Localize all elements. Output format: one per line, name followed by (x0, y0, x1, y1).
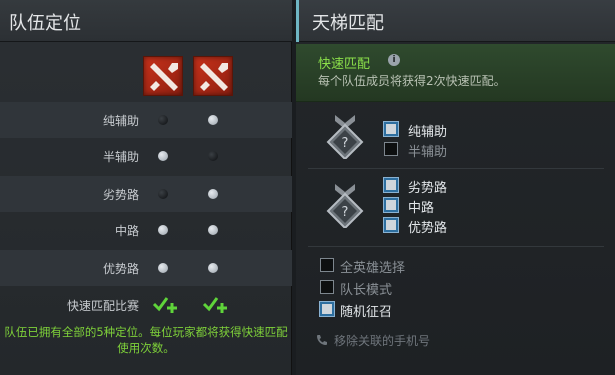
quick-match-label: 快速匹配比赛 (66, 299, 139, 313)
role-label: 中路 (114, 224, 139, 238)
ranked-matchmaking-panel: 天梯匹配 快速匹配 i 每个队伍成员将获得2次快速匹配。 ? 纯辅助 半辅助 ? (296, 0, 615, 375)
checkbox[interactable] (384, 178, 398, 192)
divider (308, 168, 604, 169)
checkbox[interactable] (384, 218, 398, 232)
role-row-safelane: 优势路 (0, 250, 292, 286)
remove-phone-label: 移除关联的手机号 (334, 334, 431, 348)
role-label: 纯辅助 (102, 114, 139, 128)
option-label: 队长模式 (340, 283, 393, 298)
player2-role-dot (208, 263, 218, 273)
quick-match-box: 快速匹配 i 每个队伍成员将获得2次快速匹配。 (296, 44, 615, 102)
team-roles-panel: 队伍定位 纯辅助 半辅助 劣势路 中路 优势路 快速匹配比赛 队伍已拥有全部的5… (0, 0, 292, 375)
option-label: 随机征召 (340, 305, 393, 320)
rank-medal-icon: ? (326, 184, 364, 228)
core-role-group: ? 劣势路 中路 优势路 (296, 170, 615, 242)
team-roles-note: 队伍已拥有全部的5种定位。每位玩家都将获得快速匹配使用次数。 (4, 325, 288, 355)
player1-role-dot (158, 225, 168, 235)
role-option-label: 半辅助 (408, 145, 448, 160)
player2-role-dot (208, 151, 218, 161)
role-row-soft-support: 半辅助 (0, 138, 292, 174)
player1-role-dot (158, 115, 168, 125)
team-roles-header: 队伍定位 (0, 0, 292, 42)
svg-text:?: ? (342, 205, 349, 220)
quick-match-title: 快速匹配 (318, 57, 371, 72)
role-label: 劣势路 (102, 188, 139, 202)
info-icon[interactable]: i (388, 54, 400, 66)
checkbox[interactable] (320, 258, 334, 272)
role-option-label: 纯辅助 (408, 125, 448, 140)
option-label: 全英雄选择 (340, 261, 406, 276)
player1-role-dot (158, 151, 168, 161)
player1-role-dot (158, 263, 168, 273)
dota2-logo-icon (200, 63, 228, 91)
checkbox[interactable] (320, 280, 334, 294)
player2-role-dot (208, 225, 218, 235)
role-option-label: 劣势路 (408, 181, 448, 196)
phone-icon (317, 335, 327, 345)
role-label: 优势路 (102, 262, 139, 276)
team-roles-title: 队伍定位 (9, 13, 81, 34)
remove-phone-link[interactable]: 移除关联的手机号 (316, 332, 430, 349)
player2-avatar[interactable] (193, 56, 233, 96)
player2-role-dot (208, 115, 218, 125)
checkbox[interactable] (384, 122, 398, 136)
player2-role-dot (208, 189, 218, 199)
player1-avatar[interactable] (143, 56, 183, 96)
checkbox[interactable] (384, 142, 398, 156)
checkbox[interactable] (320, 302, 334, 316)
support-role-group: ? 纯辅助 半辅助 (296, 105, 615, 165)
role-row-quick-match: 快速匹配比赛 (0, 287, 292, 323)
divider (308, 246, 604, 247)
rank-medal-icon: ? (326, 115, 364, 159)
header-accent-bar (296, 0, 299, 42)
check-plus-icon (152, 297, 177, 313)
quick-match-description: 每个队伍成员将获得2次快速匹配。 (318, 74, 506, 88)
role-row-hard-support: 纯辅助 (0, 102, 292, 138)
svg-text:?: ? (342, 136, 349, 151)
role-label: 半辅助 (102, 150, 139, 164)
role-option-label: 中路 (408, 201, 435, 216)
player1-role-dot (158, 189, 168, 199)
check-plus-icon (202, 297, 227, 313)
ranked-header: 天梯匹配 (296, 0, 615, 42)
dota2-logo-icon (150, 63, 178, 91)
role-option-label: 优势路 (408, 221, 448, 236)
checkbox[interactable] (384, 198, 398, 212)
role-row-mid: 中路 (0, 212, 292, 248)
ranked-title: 天梯匹配 (312, 13, 384, 34)
role-row-offlane: 劣势路 (0, 176, 292, 212)
